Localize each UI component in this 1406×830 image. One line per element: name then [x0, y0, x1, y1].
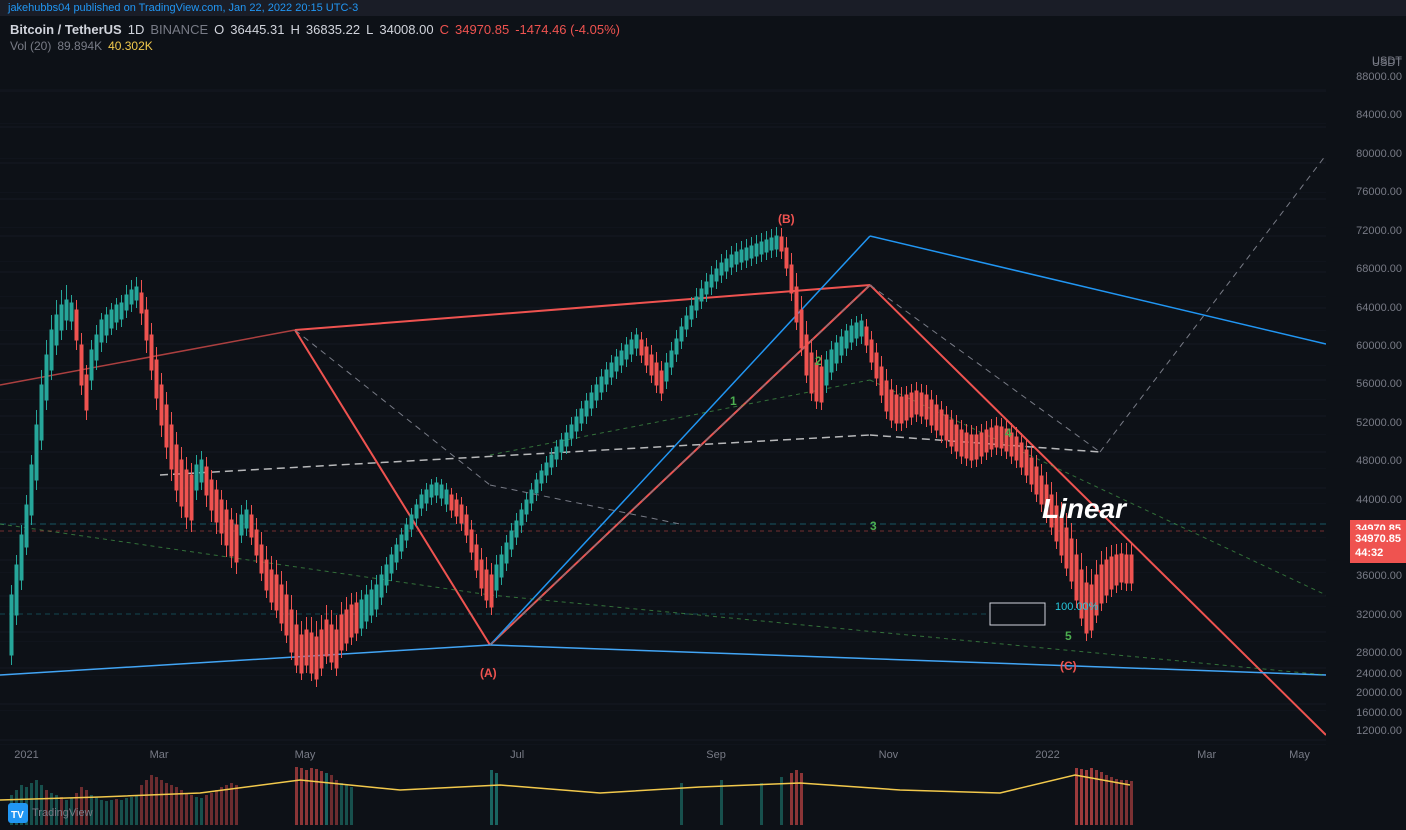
price-36000: 36000.00 — [1356, 570, 1402, 582]
linear-label: Linear — [1042, 493, 1126, 525]
svg-text:(B): (B) — [778, 212, 795, 226]
time-nov: Nov — [879, 749, 899, 761]
close-value: 34970.85 — [455, 22, 509, 37]
time-may: May — [295, 749, 316, 761]
current-price: 34970.85 — [1355, 532, 1401, 546]
time-mar: Mar — [150, 749, 169, 761]
high-label: H — [291, 22, 300, 37]
time-sep: Sep — [706, 749, 726, 761]
time-2022: 2022 — [1035, 749, 1059, 761]
svg-text:5: 5 — [1065, 629, 1072, 643]
svg-text:(A): (A) — [480, 666, 497, 680]
high-value: 36835.22 — [306, 22, 360, 37]
price-24000: 24000.00 — [1356, 668, 1402, 680]
header: Bitcoin / TetherUS 1D BINANCE O 36445.31… — [0, 16, 1406, 71]
symbol-name: Bitcoin / TetherUS — [10, 22, 122, 37]
ohlc-line: Bitcoin / TetherUS 1D BINANCE O 36445.31… — [10, 22, 1396, 37]
vol-value1: 89.894K — [57, 39, 102, 53]
price-68000: 68000.00 — [1356, 263, 1402, 275]
tradingview-logo-text: TradingView — [32, 807, 93, 819]
exchange: BINANCE — [150, 22, 208, 37]
svg-text:4: 4 — [1005, 426, 1012, 440]
timeframe: 1D — [128, 22, 145, 37]
current-bar-time: 44:32 — [1355, 546, 1401, 560]
time-jul: Jul — [510, 749, 524, 761]
vol-value2: 40.302K — [108, 39, 153, 53]
price-76000: 76000.00 — [1356, 186, 1402, 198]
price-20000: 20000.00 — [1356, 687, 1402, 699]
current-price-badge: 34970.85 44:32 — [1350, 530, 1406, 563]
price-72000: 72000.00 — [1356, 225, 1402, 237]
volume-area — [0, 765, 1326, 825]
price-84000: 84000.00 — [1356, 109, 1402, 121]
close-label: C — [440, 22, 449, 37]
volume-line: Vol (20) 89.894K 40.302K — [10, 39, 1396, 53]
open-label: O — [214, 22, 224, 37]
svg-text:(C): (C) — [1060, 659, 1077, 673]
price-52000: 52000.00 — [1356, 417, 1402, 429]
low-value: 34008.00 — [379, 22, 433, 37]
price-64000: 64000.00 — [1356, 302, 1402, 314]
price-48000: 48000.00 — [1356, 455, 1402, 467]
svg-text:TV: TV — [11, 810, 24, 821]
price-28000: 28000.00 — [1356, 647, 1402, 659]
price-80000: 80000.00 — [1356, 148, 1402, 160]
price-12000: 12000.00 — [1356, 725, 1402, 737]
price-levels: 88000.00 84000.00 80000.00 76000.00 7200… — [1328, 71, 1406, 745]
tradingview-logo-icon: TV — [8, 803, 28, 823]
svg-text:100.00%: 100.00% — [1055, 601, 1099, 613]
price-44000: 44000.00 — [1356, 494, 1402, 506]
change-value: -1474.46 (-4.05%) — [515, 22, 620, 37]
currency-label: USDT — [1372, 57, 1402, 69]
low-label: L — [366, 22, 373, 37]
time-2021: 2021 — [14, 749, 38, 761]
svg-text:3: 3 — [870, 519, 877, 533]
chart-container: jakehubbs04 published on TradingView.com… — [0, 0, 1406, 825]
chart-svg: (A) (B) (C) 1 2 3 4 5 100.00% — [0, 55, 1326, 745]
price-56000: 56000.00 — [1356, 378, 1402, 390]
open-value: 36445.31 — [230, 22, 284, 37]
price-88000: 88000.00 — [1356, 71, 1402, 83]
svg-text:1: 1 — [730, 394, 737, 408]
price-32000: 32000.00 — [1356, 609, 1402, 621]
volume-svg — [0, 765, 1326, 825]
svg-text:2: 2 — [815, 354, 822, 368]
vol-label: Vol (20) — [10, 39, 51, 53]
price-60000: 60000.00 — [1356, 340, 1402, 352]
price-16000: 16000.00 — [1356, 707, 1402, 719]
time-may2: May — [1289, 749, 1310, 761]
chart-area[interactable]: (A) (B) (C) 1 2 3 4 5 100.00% Linear — [0, 55, 1326, 745]
publisher-name: jakehubbs04 published on TradingView.com… — [8, 2, 358, 14]
time-mar2: Mar — [1197, 749, 1216, 761]
tradingview-logo: TV TradingView — [8, 803, 93, 823]
time-axis: 2021 Mar May Jul Sep Nov 2022 Mar May — [0, 745, 1326, 765]
publish-info-bar: jakehubbs04 published on TradingView.com… — [0, 0, 1406, 16]
